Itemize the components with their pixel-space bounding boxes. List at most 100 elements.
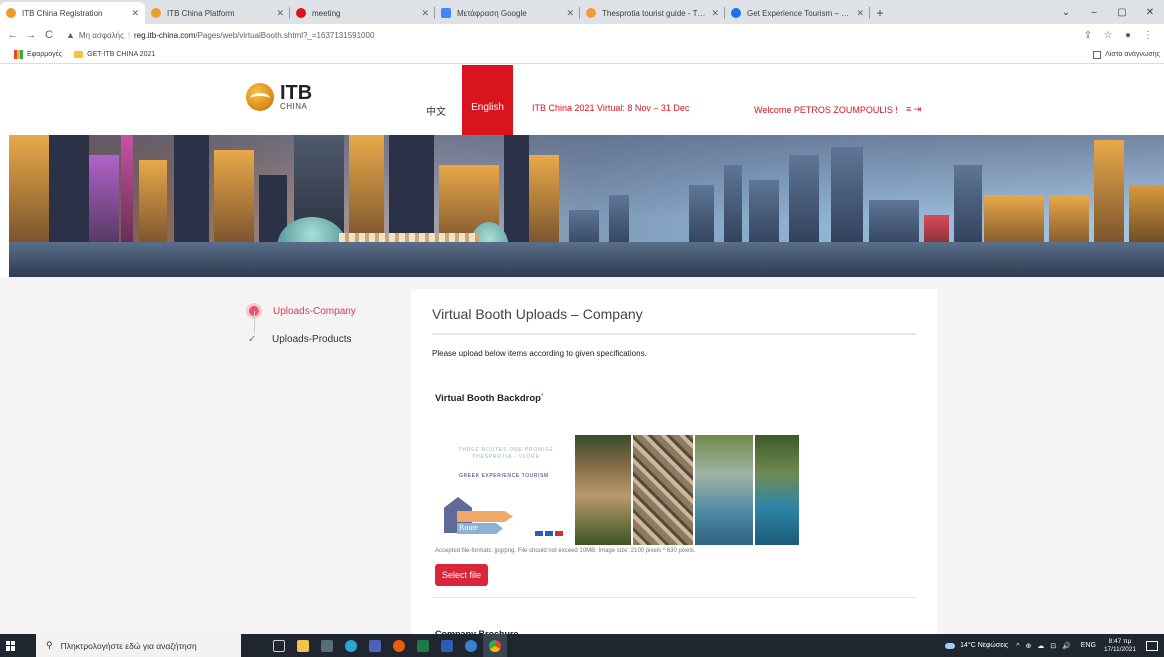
task-view-button[interactable]	[267, 634, 291, 657]
camera-app-button[interactable]	[315, 634, 339, 657]
taskbar-search-box[interactable]: ⚲ Πληκτρολογήστε εδώ για αναζήτηση	[36, 634, 241, 657]
reading-list-label: Λίστα ανάγνωσης	[1105, 51, 1160, 58]
profile-icon[interactable]: ●	[1118, 30, 1138, 41]
apps-bookmark[interactable]: Εφαρμογές	[14, 50, 62, 59]
itb-globe-icon	[246, 83, 274, 111]
menu-logout-icon[interactable]: ≡ ⇥	[906, 104, 921, 115]
close-tab-icon[interactable]: ✕	[131, 8, 139, 19]
task-view-icon	[273, 639, 285, 652]
folder-icon	[297, 639, 309, 652]
step-uploads-products[interactable]: ✓ Uploads-Products	[248, 325, 356, 353]
folder-icon	[74, 51, 84, 58]
weather-text: 14°C Νεφώσεις	[960, 642, 1009, 649]
tab-google-translate[interactable]: Μετάφραση Google ✕	[435, 2, 580, 24]
tab-meeting[interactable]: meeting ✕	[290, 2, 435, 24]
app-icon	[465, 639, 477, 652]
url-host: reg.itb-china.com	[134, 30, 196, 40]
camera-icon	[321, 639, 333, 652]
excel-icon	[417, 639, 429, 652]
app-button[interactable]	[459, 634, 483, 657]
close-tab-icon[interactable]: ✕	[276, 8, 284, 19]
forward-icon[interactable]: →	[22, 29, 40, 41]
security-label: Μη ασφαλής	[78, 30, 124, 40]
lang-english-label: English	[471, 102, 504, 113]
clock[interactable]: 8:47 πμ 17/11/2021	[1104, 638, 1136, 652]
address-bar[interactable]: ▲ Μη ασφαλής | reg.itb-china.com /Pages/…	[58, 26, 1078, 44]
system-tray: 14°C Νεφώσεις ^ ⊕ ☁ ⊡ 🔊 ENG 8:47 πμ 17/1…	[945, 634, 1164, 657]
tab-title: Μετάφραση Google	[457, 8, 527, 18]
tab-thesprotia-guide[interactable]: Thesprotia tourist guide - Thespr ✕	[580, 2, 725, 24]
itb-favicon-icon	[6, 8, 16, 18]
reading-list-button[interactable]: Λίστα ανάγνωσης	[1093, 50, 1160, 59]
welcome-user[interactable]: Welcome PETROS ZOUMPOULIS !	[754, 105, 898, 115]
new-tab-button[interactable]: +	[870, 2, 890, 24]
logo-text: ITB	[280, 82, 313, 104]
chrome-button[interactable]	[483, 634, 507, 657]
step-uploads-company[interactable]: Uploads-Company	[248, 297, 356, 325]
step-label: Uploads-Company	[273, 305, 356, 317]
apps-grid-icon	[14, 50, 23, 59]
window-controls: ⌄ – ▢ ✕	[1052, 0, 1164, 24]
word-button[interactable]	[435, 634, 459, 657]
tray-icons[interactable]: ^ ⊕ ☁ ⊡ 🔊	[1016, 642, 1073, 650]
tab-get-experience-tourism[interactable]: Get Experience Tourism – Get Ex ✕	[725, 2, 870, 24]
tab-itb-china-registration[interactable]: ITB China Registration ✕	[0, 2, 145, 24]
input-language[interactable]: ENG	[1081, 642, 1096, 649]
site-header: ITB CHINA 中文 English ITB China 2021 Virt…	[0, 65, 1164, 135]
close-tab-icon[interactable]: ✕	[856, 8, 864, 19]
bookmarks-bar: Εφαρμογές GET-ITB CHINA 2021 Λίστα ανάγν…	[0, 46, 1164, 64]
apps-label: Εφαρμογές	[27, 51, 63, 58]
itb-china-logo[interactable]: ITB CHINA	[246, 83, 312, 111]
windows-taskbar: ⚲ Πληκτρολογήστε εδώ για αναζήτηση 14°C …	[0, 634, 1164, 657]
back-icon[interactable]: ←	[4, 29, 22, 41]
section-title-text: Virtual Booth Backdrop	[435, 393, 541, 404]
required-mark: *	[540, 393, 544, 400]
edge-button[interactable]	[339, 634, 363, 657]
folder-label: GET-ITB CHINA 2021	[87, 51, 156, 58]
upload-card: Virtual Booth Uploads – Company Please u…	[411, 289, 937, 634]
file-explorer-button[interactable]	[291, 634, 315, 657]
tab-itb-china-platform[interactable]: ITB China Platform ✕	[145, 2, 290, 24]
select-file-button[interactable]: Select file	[435, 564, 488, 586]
section-title: Virtual Booth Backdrop*	[435, 393, 544, 404]
minimize-button[interactable]: –	[1080, 0, 1108, 24]
reading-list-icon	[1093, 50, 1102, 59]
thesprotia-favicon-icon	[586, 8, 596, 18]
backdrop-preview-image: THREE ROUTES ONE PROMISE THESPROTIA - VL…	[435, 435, 799, 545]
close-tab-icon[interactable]: ✕	[566, 8, 574, 19]
menu-kebab-icon[interactable]: ⋮	[1138, 30, 1158, 41]
notifications-icon[interactable]	[1146, 640, 1158, 651]
bookmark-star-icon[interactable]: ☆	[1098, 30, 1118, 41]
excel-button[interactable]	[411, 634, 435, 657]
close-window-button[interactable]: ✕	[1136, 0, 1164, 24]
browser-toolbar: ← → C ▲ Μη ασφαλής | reg.itb-china.com /…	[0, 24, 1164, 46]
close-tab-icon[interactable]: ✕	[711, 8, 719, 19]
event-dates-link[interactable]: ITB China 2021 Virtual: 8 Nov – 31 Dec	[532, 103, 689, 113]
start-button[interactable]	[0, 634, 22, 657]
edge-icon	[345, 639, 357, 652]
folder-bookmark[interactable]: GET-ITB CHINA 2021	[74, 51, 155, 58]
chrome-icon	[489, 639, 501, 652]
firefox-button[interactable]	[387, 634, 411, 657]
tab-search-icon[interactable]: ⌄	[1052, 0, 1080, 24]
search-placeholder: Πληκτρολογήστε εδώ για αναζήτηση	[60, 640, 197, 651]
checkmark-icon: ✓	[248, 333, 257, 345]
lang-english-link[interactable]: English	[462, 65, 513, 135]
clock-time: 8:47 πμ	[1108, 638, 1132, 646]
backdrop-brand-panel: THREE ROUTES ONE PROMISE THESPROTIA - VL…	[435, 435, 575, 545]
teams-button[interactable]	[363, 634, 387, 657]
reload-icon[interactable]: C	[40, 29, 58, 41]
lang-chinese-link[interactable]: 中文	[426, 103, 446, 118]
monastery-photo	[575, 435, 631, 545]
not-secure-warning-icon[interactable]: ▲	[66, 30, 75, 40]
windows-logo-icon	[6, 640, 16, 651]
file-requirements-note: Accepted file-formats: jpg/png. File sho…	[435, 548, 696, 554]
share-icon[interactable]: ⇪	[1078, 30, 1098, 41]
restore-button[interactable]: ▢	[1108, 0, 1136, 24]
itb-favicon-icon	[151, 8, 161, 18]
weather-widget[interactable]: 14°C Νεφώσεις	[945, 642, 1008, 649]
section-divider	[432, 597, 916, 598]
close-tab-icon[interactable]: ✕	[421, 8, 429, 19]
firefox-icon	[393, 639, 405, 652]
river-canyon-photo	[695, 435, 753, 545]
